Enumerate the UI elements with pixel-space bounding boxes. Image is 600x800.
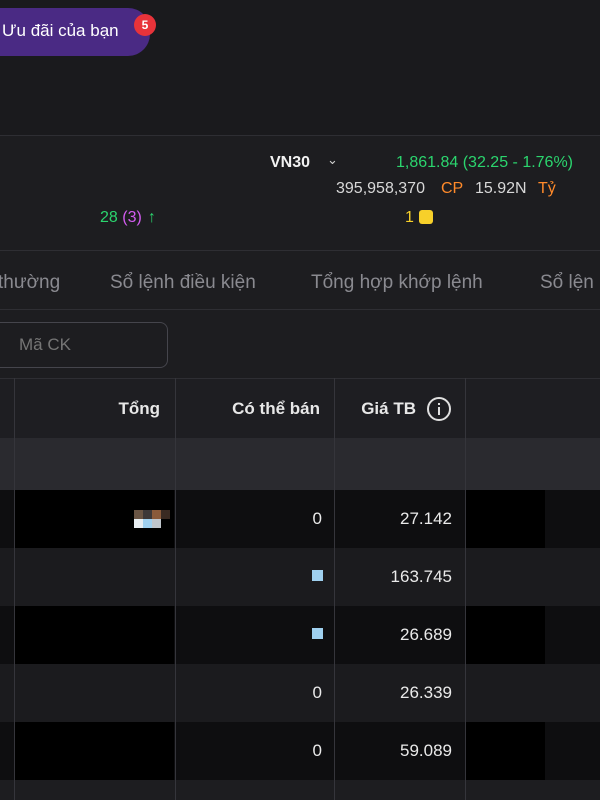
available-cell: 0 <box>312 741 322 760</box>
stock-code-input[interactable] <box>19 335 159 355</box>
advancers-ceiling: (3) <box>122 209 142 226</box>
redacted-cell <box>14 606 174 664</box>
pixelated-value <box>134 510 170 528</box>
header-total[interactable]: Tổng <box>118 399 160 419</box>
promo-count-badge: 5 <box>134 14 156 36</box>
table-row[interactable]: 0 26.339 <box>0 664 600 722</box>
available-cell: 0 <box>312 683 322 702</box>
header-available[interactable]: Có thể bán <box>232 399 320 419</box>
avg-price-cell: 59.089 <box>400 741 452 760</box>
tab-order-book[interactable]: Sổ lện <box>540 272 594 294</box>
redacted-cell <box>465 606 545 664</box>
header-avg-price[interactable]: Giá TB <box>361 399 416 419</box>
avg-price-cell: 26.339 <box>400 683 452 702</box>
column-divider <box>14 378 15 800</box>
trade-value-unit: Tỷ <box>538 180 556 197</box>
reference-count: 1 <box>405 209 433 227</box>
column-divider <box>334 378 335 800</box>
volume-unit: CP <box>441 180 464 197</box>
table-header: Tổng Có thể bán Giá TB <box>0 378 600 438</box>
redacted-cell <box>465 722 545 780</box>
holdings-table: Tổng Có thể bán Giá TB 0 27.142 163.745 … <box>0 378 600 800</box>
table-row[interactable]: 0 27.142 <box>0 490 600 548</box>
redacted-cell <box>14 722 174 780</box>
avg-price-cell: 26.689 <box>400 625 452 644</box>
promo-button[interactable]: Ưu đãi của bạn 5 <box>0 8 156 56</box>
advancers-count: 28 (3) ↑ <box>100 209 156 227</box>
index-selector[interactable]: VN30 <box>270 154 310 172</box>
chevron-down-icon[interactable]: ⌄ <box>327 152 338 168</box>
tab-normal-orders[interactable]: thường <box>0 272 60 294</box>
promo-label: Ưu đãi của bạn <box>2 21 119 40</box>
reference-square-icon <box>418 210 433 224</box>
stock-search-box[interactable] <box>0 322 168 368</box>
column-divider <box>175 378 176 800</box>
table-row[interactable]: 0 59.089 <box>0 722 600 780</box>
advancers-number: 28 <box>100 209 118 226</box>
table-subheader-row <box>0 438 600 490</box>
avg-price-cell: 163.745 <box>390 567 452 586</box>
market-summary: VN30 ⌄ 1,861.84 (32.25 - 1.76%) 395,958,… <box>0 136 600 250</box>
tab-conditional-orders[interactable]: Sổ lệnh điều kiện <box>110 272 256 294</box>
table-row[interactable]: 26.689 <box>0 606 600 664</box>
top-bar: Ưu đãi của bạn 5 <box>0 0 600 135</box>
info-icon[interactable] <box>427 397 451 421</box>
volume-value: 395,958,370 <box>336 180 425 197</box>
divider <box>0 250 600 251</box>
divider <box>0 309 600 310</box>
avg-price-cell: 27.142 <box>400 509 452 528</box>
reference-number: 1 <box>405 209 414 226</box>
redacted-cell <box>465 490 545 548</box>
pixelated-value <box>312 570 323 581</box>
table-row[interactable]: 163.745 <box>0 548 600 606</box>
pixelated-value <box>312 628 323 639</box>
tab-matched-summary[interactable]: Tổng hợp khớp lệnh <box>311 272 483 294</box>
index-value: 1,861.84 (32.25 - 1.76%) <box>396 154 574 171</box>
order-tabs: thường Sổ lệnh điều kiện Tổng hợp khớp l… <box>0 260 600 310</box>
trade-value: 15.92N <box>475 180 527 197</box>
available-cell: 0 <box>312 509 322 528</box>
column-divider <box>465 378 466 800</box>
arrow-up-icon: ↑ <box>147 209 156 226</box>
